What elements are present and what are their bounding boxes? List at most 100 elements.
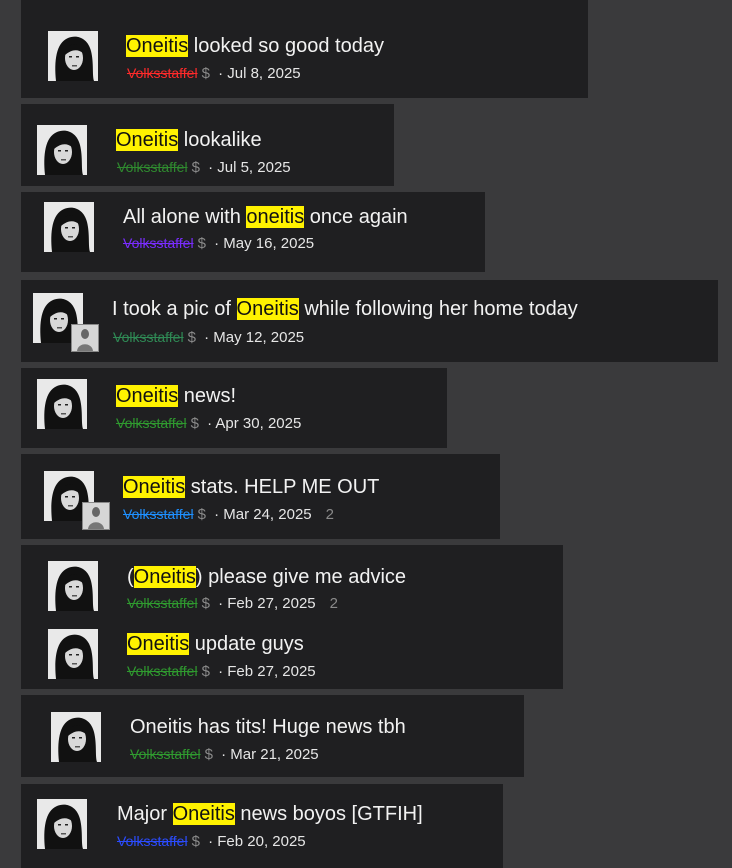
thread-date[interactable]: Mar 24, 2025 — [223, 506, 311, 523]
thread-meta: Volksstaffel $ · Jul 5, 2025 — [117, 159, 291, 176]
thread-meta: Volksstaffel $ · Feb 27, 2025 — [127, 663, 316, 680]
avatar[interactable] — [37, 379, 87, 429]
thread-card[interactable]: Oneitis stats. HELP ME OUT Volksstaffel $… — [21, 454, 500, 539]
separator: · — [209, 506, 224, 523]
thread-date[interactable]: May 16, 2025 — [223, 235, 314, 252]
author-link[interactable]: Volksstaffel — [127, 65, 198, 81]
thread-title[interactable]: Oneitis has tits! Huge news tbh — [130, 716, 406, 739]
author-link[interactable]: Volksstaffel — [116, 415, 187, 431]
dollar-sign-icon: $ — [197, 235, 206, 252]
title-post: news boyos [GTFIH] — [234, 803, 423, 825]
title-post: once again — [304, 206, 408, 228]
avatar[interactable] — [37, 799, 87, 849]
separator: · — [209, 235, 224, 252]
thread-date[interactable]: Feb 20, 2025 — [217, 833, 305, 850]
dollar-sign-icon: $ — [197, 506, 206, 523]
thread-meta: Volksstaffel $ · Apr 30, 2025 — [116, 415, 301, 432]
thread-card[interactable]: Oneitis looked so good today Volksstaffe… — [21, 10, 588, 98]
title-post: while following her home today — [298, 298, 578, 320]
thread-date[interactable]: Jul 8, 2025 — [227, 65, 300, 82]
search-highlight: Oneitis — [123, 476, 186, 498]
title-post: stats. HELP ME OUT — [185, 476, 380, 498]
thread-card-top-partial — [21, 0, 588, 10]
thread-card[interactable]: Oneitis lookalike Volksstaffel $ · Jul 5,… — [21, 104, 394, 186]
thread-title[interactable]: Oneitis news! — [116, 385, 236, 408]
dollar-sign-icon: $ — [201, 65, 210, 82]
secondary-avatar — [82, 502, 110, 530]
author-link[interactable]: Volksstaffel — [113, 329, 184, 345]
thread-date[interactable]: Feb 27, 2025 — [227, 595, 315, 612]
title-pre: ( — [127, 566, 134, 588]
author-link[interactable]: Volksstaffel — [127, 663, 198, 679]
thread-meta: Volksstaffel $ · Feb 27, 2025 2 — [127, 595, 338, 612]
thread-title[interactable]: Oneitis update guys — [127, 633, 304, 656]
thread-card[interactable]: All alone with oneitis once again Volkss… — [21, 192, 485, 272]
secondary-avatar — [71, 324, 99, 352]
thread-card[interactable]: Oneitis news! Volksstaffel $ · Apr 30, 20… — [21, 368, 447, 448]
thread-meta: Volksstaffel $ · Jul 8, 2025 — [127, 65, 301, 82]
author-link[interactable]: Volksstaffel — [130, 746, 201, 762]
dollar-sign-icon: $ — [187, 329, 196, 346]
thread-card[interactable]: Oneitis has tits! Huge news tbh Volkssta… — [21, 695, 524, 777]
title-pre: Major — [117, 803, 173, 825]
separator: · — [213, 663, 228, 680]
separator: · — [202, 415, 216, 432]
thread-title[interactable]: Oneitis lookalike — [116, 129, 262, 152]
thread-date[interactable]: Apr 30, 2025 — [215, 415, 301, 432]
title-post: update guys — [189, 633, 304, 655]
title-pre: Oneitis has tits! Huge news tbh — [130, 716, 406, 738]
thread-date[interactable]: Jul 5, 2025 — [217, 159, 290, 176]
thread-meta: Volksstaffel $ · Feb 20, 2025 — [117, 833, 306, 850]
search-highlight: Oneitis — [236, 298, 299, 320]
avatar[interactable] — [37, 125, 87, 175]
title-post: news! — [178, 385, 237, 407]
dollar-sign-icon: $ — [201, 663, 210, 680]
dollar-sign-icon: $ — [191, 833, 200, 850]
search-highlight: Oneitis — [127, 633, 190, 655]
author-link[interactable]: Volksstaffel — [117, 159, 188, 175]
thread-date[interactable]: Mar 21, 2025 — [230, 746, 318, 763]
avatar[interactable] — [48, 561, 98, 611]
search-highlight: Oneitis — [116, 385, 179, 407]
thread-card[interactable]: I took a pic of Oneitis while following … — [21, 280, 718, 362]
separator: · — [199, 329, 214, 346]
author-link[interactable]: Volksstaffel — [127, 595, 198, 611]
separator: · — [203, 159, 218, 176]
author-link[interactable]: Volksstaffel — [117, 833, 188, 849]
author-link[interactable]: Volksstaffel — [123, 506, 194, 522]
avatar[interactable] — [51, 712, 101, 762]
dollar-sign-icon: $ — [204, 746, 213, 763]
thread-date[interactable]: Feb 27, 2025 — [227, 663, 315, 680]
search-highlight: oneitis — [246, 206, 305, 228]
reply-count: 2 — [329, 595, 338, 612]
thread-title[interactable]: (Oneitis) please give me advice — [127, 566, 406, 589]
thread-title[interactable]: Oneitis stats. HELP ME OUT — [123, 476, 379, 499]
search-highlight: Oneitis — [126, 35, 189, 57]
title-post: looked so good today — [188, 35, 384, 57]
dollar-sign-icon: $ — [201, 595, 210, 612]
thread-meta: Volksstaffel $ · May 16, 2025 — [123, 235, 314, 252]
thread-meta: Volksstaffel $ · Mar 21, 2025 — [130, 746, 319, 763]
author-link[interactable]: Volksstaffel — [123, 235, 194, 251]
avatar[interactable] — [44, 202, 94, 252]
avatar[interactable] — [48, 629, 98, 679]
avatar[interactable] — [48, 31, 98, 81]
separator: · — [213, 65, 228, 82]
thread-title[interactable]: All alone with oneitis once again — [123, 206, 408, 229]
dollar-sign-icon: $ — [190, 415, 199, 432]
separator: · — [216, 746, 231, 763]
thread-title[interactable]: Oneitis looked so good today — [126, 35, 384, 58]
thread-card[interactable]: Major Oneitis news boyos [GTFIH] Volksst… — [21, 784, 503, 868]
thread-card[interactable]: (Oneitis) please give me advice Volkssta… — [21, 545, 563, 689]
title-pre: I took a pic of — [112, 298, 237, 320]
separator: · — [213, 595, 228, 612]
thread-title[interactable]: I took a pic of Oneitis while following … — [112, 298, 578, 321]
search-highlight: Oneitis — [172, 803, 235, 825]
title-post: lookalike — [178, 129, 262, 151]
thread-meta: Volksstaffel $ · Mar 24, 2025 2 — [123, 506, 334, 523]
thread-date[interactable]: May 12, 2025 — [213, 329, 304, 346]
thread-title[interactable]: Major Oneitis news boyos [GTFIH] — [117, 803, 423, 826]
dollar-sign-icon: $ — [191, 159, 200, 176]
title-pre: All alone with — [123, 206, 247, 228]
reply-count: 2 — [325, 506, 334, 523]
